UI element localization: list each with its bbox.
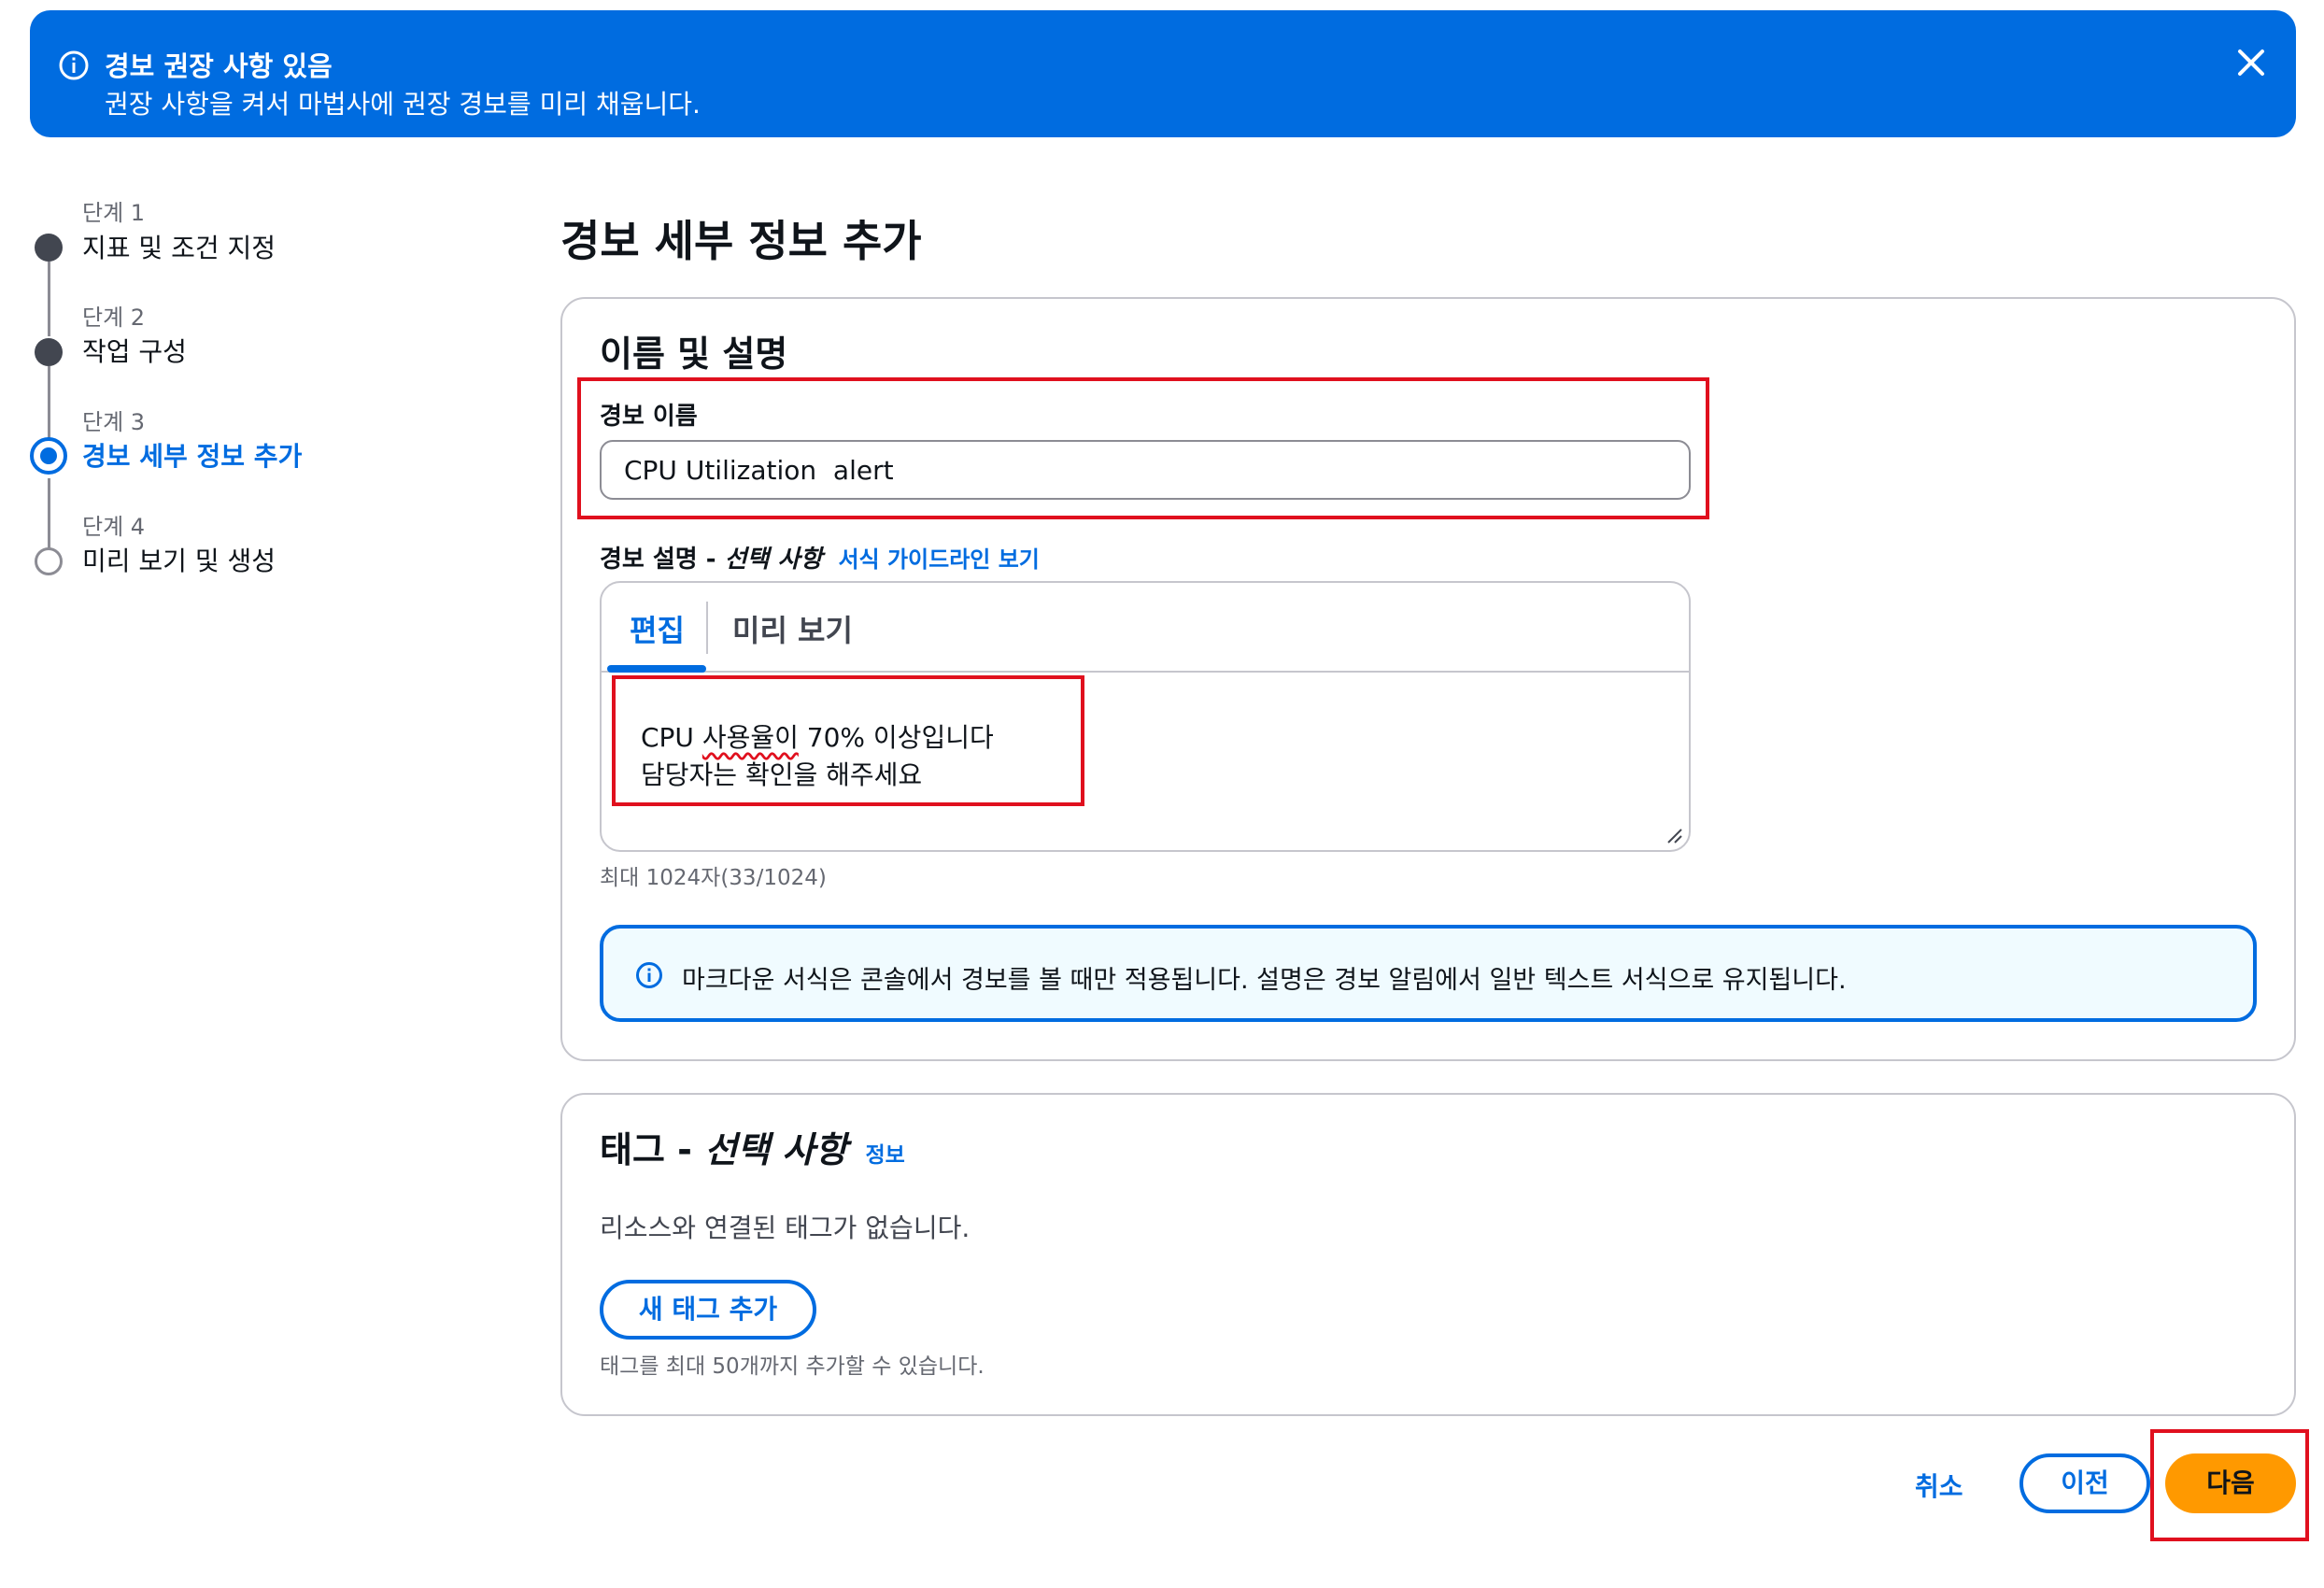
description-line-1-start: CPU	[641, 722, 702, 753]
alarm-name-label: 경보 이름	[600, 403, 698, 431]
description-line-1-end: 70% 이상입니다	[798, 722, 994, 753]
description-optional-text: 선택 사항	[724, 546, 823, 574]
tab-divider	[706, 602, 708, 654]
markdown-info-alert: 마크다운 서식은 콘솔에서 경보를 볼 때만 적용됩니다. 설명은 경보 알림에…	[600, 925, 2257, 1022]
step-connector	[48, 366, 50, 441]
banner-title: 경보 권장 사항 있음	[105, 50, 333, 82]
info-icon	[59, 50, 89, 80]
alarm-description-label: 경보 설명 - 선택 사항 서식 가이드라인 보기	[600, 540, 1040, 574]
next-button[interactable]: 다음	[2165, 1453, 2296, 1513]
step-3-title: 경보 세부 정보 추가	[82, 441, 303, 472]
description-editor: 편집 미리 보기 CPU 사용율이 70% 이상입니다 담당자는 확인을 해주세…	[600, 581, 1691, 852]
active-tab-indicator	[607, 665, 706, 673]
tags-optional-text: 선택 사항	[704, 1129, 848, 1170]
step-4-title: 미리 보기 및 생성	[82, 546, 276, 576]
step-connector	[48, 478, 50, 549]
tags-info-link[interactable]: 정보	[865, 1143, 904, 1168]
step-1-title[interactable]: 지표 및 조건 지정	[82, 228, 276, 265]
step-4-pending-icon	[35, 547, 63, 575]
step-2-title[interactable]: 작업 구성	[82, 332, 187, 369]
step-3-current-icon	[30, 437, 67, 475]
step-3-label: 단계 3	[82, 409, 146, 435]
tag-limit-hint: 태그를 최대 50개까지 추가할 수 있습니다.	[600, 1354, 985, 1379]
format-guideline-link[interactable]: 서식 가이드라인 보기	[838, 546, 1039, 573]
editor-tab-bar: 편집 미리 보기	[602, 583, 1689, 673]
add-tag-button[interactable]: 새 태그 추가	[600, 1280, 816, 1340]
recommendation-banner: 경보 권장 사항 있음 권장 사항을 켜서 마법사에 권장 경보를 미리 채웁니…	[30, 10, 2296, 137]
tab-edit[interactable]: 편집	[630, 607, 685, 650]
tags-heading: 태그 - 선택 사항 정보	[600, 1121, 905, 1172]
tags-heading-text: 태그 -	[600, 1129, 705, 1170]
step-4-label: 단계 4	[82, 514, 146, 540]
character-count-hint: 최대 1024자(33/1024)	[600, 866, 827, 890]
description-line-1: CPU 사용율이 70% 이상입니다	[641, 717, 994, 755]
no-tags-text: 리소스와 연결된 태그가 없습니다.	[600, 1212, 971, 1243]
misspelled-word: 사용율이	[701, 722, 799, 753]
banner-text: 권장 사항을 켜서 마법사에 권장 경보를 미리 채웁니다.	[105, 89, 701, 120]
cancel-button[interactable]: 취소	[1915, 1467, 1963, 1504]
info-icon	[636, 962, 662, 988]
page-title: 경보 세부 정보 추가	[560, 216, 922, 266]
previous-button[interactable]: 이전	[2019, 1453, 2150, 1513]
step-1-completed-icon	[35, 234, 63, 262]
name-section-heading: 이름 및 설명	[600, 333, 788, 375]
step-2-completed-icon	[35, 338, 63, 366]
resize-handle-icon[interactable]	[1663, 824, 1683, 844]
markdown-info-text: 마크다운 서식은 콘솔에서 경보를 볼 때만 적용됩니다. 설명은 경보 알림에…	[682, 966, 1847, 995]
step-connector	[48, 262, 50, 336]
step-1-label: 단계 1	[82, 200, 146, 226]
step-2-label: 단계 2	[82, 305, 146, 331]
close-icon[interactable]	[2234, 46, 2268, 79]
tab-preview[interactable]: 미리 보기	[732, 607, 853, 650]
description-textarea[interactable]: CPU 사용율이 70% 이상입니다 담당자는 확인을 해주세요	[602, 674, 1689, 850]
description-label-text: 경보 설명 -	[600, 546, 725, 574]
alarm-name-input[interactable]	[600, 440, 1691, 500]
description-line-2: 담당자는 확인을 해주세요	[641, 759, 923, 790]
